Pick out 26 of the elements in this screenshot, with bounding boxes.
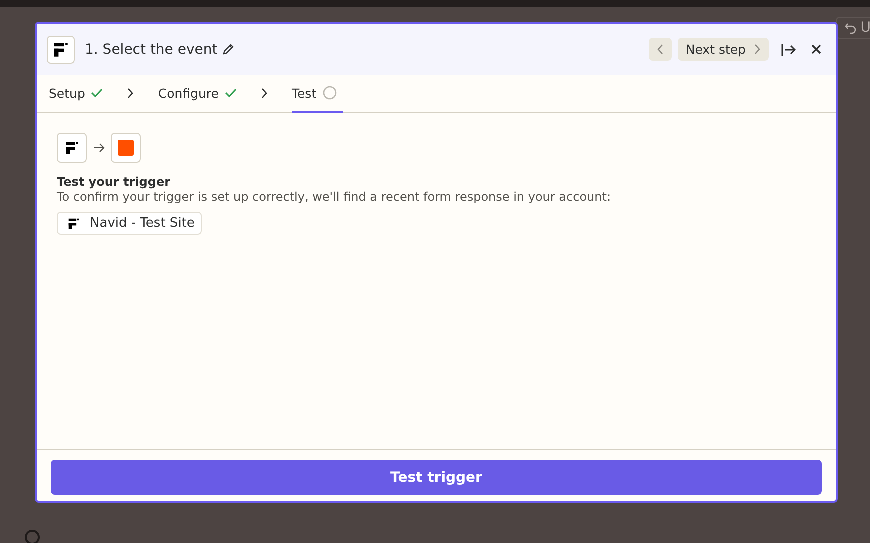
step-tab[interactable]: Test <box>292 75 343 113</box>
test-trigger-button[interactable]: Test trigger <box>51 460 822 495</box>
chevron-right-icon <box>127 88 134 99</box>
close-icon <box>811 44 822 55</box>
pencil-icon[interactable] <box>222 43 235 56</box>
chevron-right-icon <box>754 44 761 55</box>
close-button[interactable] <box>809 42 824 57</box>
section-description: To confirm your trigger is set up correctly, we'll find a recent form response in your account: <box>57 190 612 204</box>
chevron-left-icon <box>656 44 664 55</box>
check-icon <box>224 88 237 98</box>
next-step-button[interactable]: Next step <box>678 38 769 61</box>
circle-icon <box>322 86 337 100</box>
app-square-icon <box>118 140 134 156</box>
modal-title: 1. Select the event <box>85 42 218 58</box>
section-heading: Test your trigger <box>57 175 172 189</box>
chevron-right-icon <box>260 88 268 99</box>
logo-icon <box>65 141 79 155</box>
check-icon <box>91 88 104 98</box>
arrow-to-bar-icon <box>781 42 797 56</box>
step-tab[interactable]: Setup <box>49 75 104 113</box>
logo-icon <box>68 218 80 230</box>
arrow-right-icon <box>93 143 105 153</box>
account-chip[interactable]: Navid - Test Site <box>57 212 202 235</box>
step-tab[interactable]: Configure <box>158 75 237 113</box>
logo-icon <box>53 42 69 58</box>
undo-icon <box>844 22 857 34</box>
